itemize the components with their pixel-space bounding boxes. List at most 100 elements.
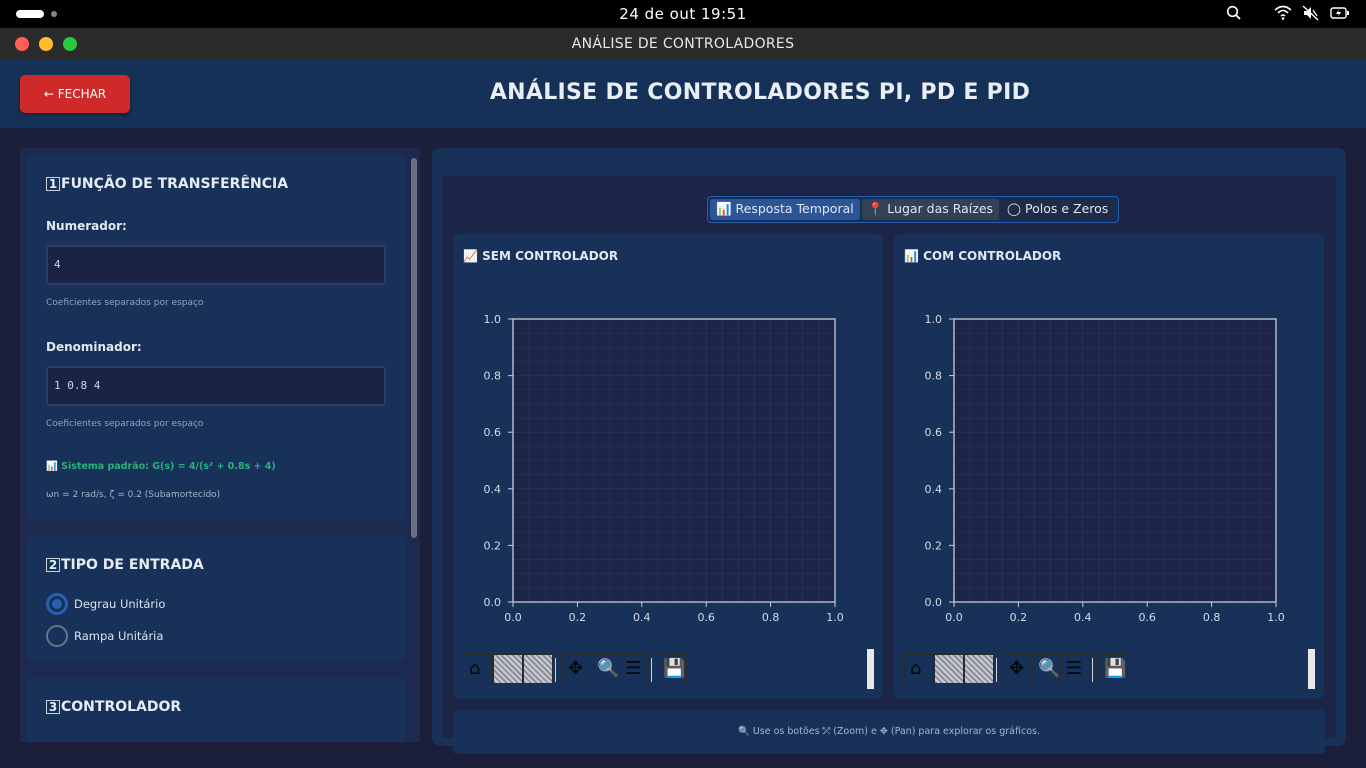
forward-tool-button[interactable]	[964, 654, 994, 684]
x-tick-label: 1.0	[1267, 611, 1285, 624]
controller-heading: 3 CONTROLADOR	[46, 699, 181, 715]
settings-panel: 1 FUNÇÃO DE TRANSFERÊNCIA Numerador: 4 Co…	[20, 148, 420, 742]
step-radio[interactable]	[46, 593, 68, 615]
battery-icon[interactable]	[1330, 5, 1350, 25]
controller-card: 3 CONTROLADOR	[26, 677, 406, 742]
numerator-input[interactable]: 4	[46, 245, 386, 285]
pan-tool-button[interactable]: ✥	[1003, 654, 1033, 684]
mute-icon[interactable]	[1302, 5, 1320, 25]
transfer-function-title: FUNÇÃO DE TRANSFERÊNCIA	[61, 176, 289, 192]
settings-scrollbar[interactable]	[411, 158, 417, 538]
controller-title: CONTROLADOR	[61, 699, 182, 715]
denominator-hint: Coeficientes separados por espaço	[46, 419, 204, 429]
tab-root-locus[interactable]: 📍 Lugar das Raízes	[861, 199, 1000, 220]
tab-poles-zeros[interactable]: ◯ Polos e Zeros	[1001, 199, 1115, 220]
zoom-tool-button[interactable]: 🔍	[591, 654, 621, 684]
pan-icon: ✥	[568, 658, 584, 679]
section-number-2: 2	[46, 558, 60, 572]
zoom-icon: 🔍	[597, 658, 620, 679]
x-tick-label: 0.6	[697, 611, 715, 624]
back-tool-button[interactable]	[493, 654, 523, 684]
y-tick-label: 0.8	[925, 370, 943, 383]
system-params-text: ωn = 2 rad/s, ζ = 0.2 (Subamortecido)	[46, 490, 221, 500]
toolbar-separator	[996, 658, 997, 682]
plot-card-without-controller: 📈 SEM CONTROLADOR 0.0 0.2 0.4 0.6 0.8 1.0 0.0 0…	[453, 234, 883, 699]
x-tick-label: 0.6	[1138, 611, 1156, 624]
zoom-icon: 🔍	[1038, 658, 1061, 679]
save-tool-button[interactable]: 💾	[657, 654, 687, 684]
step-radio-label[interactable]: Degrau Unitário	[74, 597, 165, 611]
section-number-1: 1	[46, 177, 60, 191]
x-tick-label: 0.2	[569, 611, 587, 624]
numerator-label: Numerador:	[46, 219, 127, 233]
chart-without-controller[interactable]: 0.0 0.2 0.4 0.6 0.8 1.0 0.0 0.2 0.4 0.6 0.8 1.0	[453, 234, 883, 644]
section-number-3: 3	[46, 700, 60, 714]
y-tick-label: 0.0	[925, 596, 943, 609]
zoom-tool-button[interactable]: 🔍	[1032, 654, 1062, 684]
pan-icon: ✥	[1009, 658, 1025, 679]
y-tick-label: 0.2	[484, 539, 502, 552]
forward-tool-button[interactable]	[523, 654, 553, 684]
x-tick-label: 0.4	[633, 611, 651, 624]
plot-card-with-controller: 📊 COM CONTROLADOR 0.0 0.2 0.4 0.6 0.8 1.0 0.0 0…	[894, 234, 1324, 699]
page-title: ANÁLISE DE CONTROLADORES PI, PD E PID	[489, 80, 1031, 105]
y-tick-label: 0.2	[925, 539, 943, 552]
denominator-label: Denominador:	[46, 340, 142, 354]
configure-tool-button[interactable]: ☰	[619, 654, 649, 684]
info-bar: 🔍 Use os botões ⤱ (Zoom) e ✥ (Pan) para …	[453, 710, 1325, 754]
back-tool-button[interactable]	[934, 654, 964, 684]
x-tick-label: 0.4	[1074, 611, 1092, 624]
ramp-radio-label[interactable]: Rampa Unitária	[74, 629, 163, 643]
y-tick-label: 0.8	[484, 370, 502, 383]
configure-icon: ☰	[1066, 658, 1083, 679]
close-button[interactable]: ← FECHAR	[20, 75, 130, 113]
input-type-title: TIPO DE ENTRADA	[61, 557, 204, 573]
x-tick-label: 0.8	[762, 611, 780, 624]
input-type-heading: 2 TIPO DE ENTRADA	[46, 557, 204, 573]
home-tool-button[interactable]: ⌂	[463, 654, 493, 684]
x-tick-label: 0.0	[945, 611, 963, 624]
x-tick-label: 0.0	[504, 611, 522, 624]
configure-icon: ☰	[625, 658, 642, 679]
save-icon: 💾	[663, 658, 686, 679]
plot-scrollbar-left[interactable]	[867, 649, 874, 689]
save-icon: 💾	[1104, 658, 1127, 679]
toolbar-separator	[555, 658, 556, 682]
y-tick-label: 0.4	[484, 483, 502, 496]
y-tick-label: 1.0	[484, 313, 502, 326]
input-type-card: 2 TIPO DE ENTRADA Degrau Unitário Rampa U…	[26, 535, 406, 661]
view-tabs: 📊 Resposta Temporal 📍 Lugar das Raízes ◯…	[707, 196, 1120, 223]
tab-time-response[interactable]: 📊 Resposta Temporal	[710, 199, 860, 220]
plots-area: 📊 Resposta Temporal 📍 Lugar das Raízes ◯…	[442, 176, 1336, 754]
toolbar-separator	[651, 658, 652, 682]
y-tick-label: 0.0	[484, 596, 502, 609]
y-tick-label: 1.0	[925, 313, 943, 326]
toolbar-separator	[1092, 658, 1093, 682]
y-tick-label: 0.4	[925, 483, 943, 496]
x-tick-label: 1.0	[826, 611, 844, 624]
plot-scrollbar-right[interactable]	[1308, 649, 1315, 689]
wifi-icon[interactable]	[1274, 5, 1292, 25]
pan-tool-button[interactable]: ✥	[562, 654, 592, 684]
system-menubar: 24 de out 19:51	[0, 0, 1366, 28]
ramp-radio[interactable]	[46, 625, 68, 647]
home-icon: ⌂	[469, 658, 481, 679]
search-icon[interactable]	[1226, 5, 1242, 25]
app-header: ← FECHAR ANÁLISE DE CONTROLADORES PI, PD…	[0, 60, 1366, 128]
menubar-clock[interactable]: 24 de out 19:51	[0, 5, 1366, 23]
transfer-function-card: 1 FUNÇÃO DE TRANSFERÊNCIA Numerador: 4 Co…	[26, 154, 406, 520]
y-tick-label: 0.6	[484, 426, 502, 439]
x-tick-label: 0.8	[1203, 611, 1221, 624]
numerator-hint: Coeficientes separados por espaço	[46, 298, 204, 308]
x-tick-label: 0.2	[1010, 611, 1028, 624]
home-icon: ⌂	[910, 658, 922, 679]
configure-tool-button[interactable]: ☰	[1060, 654, 1090, 684]
y-tick-label: 0.6	[925, 426, 943, 439]
chart-with-controller[interactable]: 0.0 0.2 0.4 0.6 0.8 1.0 0.0 0.2 0.4 0.6 0.8 1.0	[894, 234, 1324, 644]
window-titlebar: ANÁLISE DE CONTROLADORES	[0, 28, 1366, 60]
denominator-input[interactable]: 1 0.8 4	[46, 366, 386, 406]
home-tool-button[interactable]: ⌂	[904, 654, 934, 684]
analysis-panel: 📊 Resposta Temporal 📍 Lugar das Raízes ◯…	[432, 148, 1346, 754]
save-tool-button[interactable]: 💾	[1098, 654, 1128, 684]
window-title: ANÁLISE DE CONTROLADORES	[571, 36, 795, 52]
